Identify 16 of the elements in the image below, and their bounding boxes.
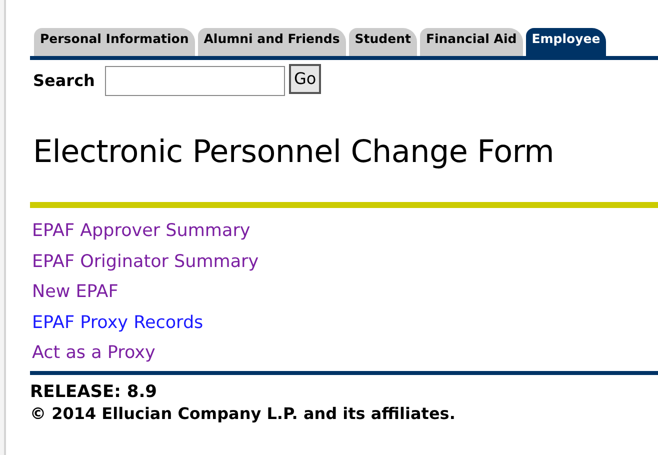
menu-link[interactable]: Act as a Proxy xyxy=(32,338,156,368)
release-text: RELEASE: 8.9 xyxy=(30,380,158,402)
page-title: Electronic Personnel Change Form xyxy=(33,133,556,172)
nav-tab[interactable]: Alumni and Friends xyxy=(198,28,346,56)
copyright-text: © 2014 Ellucian Company L.P. and its affiliates. xyxy=(30,402,456,424)
menu-link[interactable]: EPAF Approver Summary xyxy=(32,216,250,246)
search-field[interactable] xyxy=(104,66,285,96)
nav-tab[interactable]: Employee xyxy=(526,28,606,56)
search-label: Search xyxy=(33,70,95,92)
go-button[interactable]: Go xyxy=(288,64,322,94)
nav-tab[interactable]: Financial Aid xyxy=(420,28,523,56)
nav-tab[interactable]: Personal Information xyxy=(34,28,195,56)
menu-link[interactable]: New EPAF xyxy=(32,277,118,308)
menu-link[interactable]: EPAF Proxy Records xyxy=(32,308,204,338)
nav-tab[interactable]: Student xyxy=(348,28,417,56)
menu-link[interactable]: EPAF Originator Summary xyxy=(32,246,259,277)
